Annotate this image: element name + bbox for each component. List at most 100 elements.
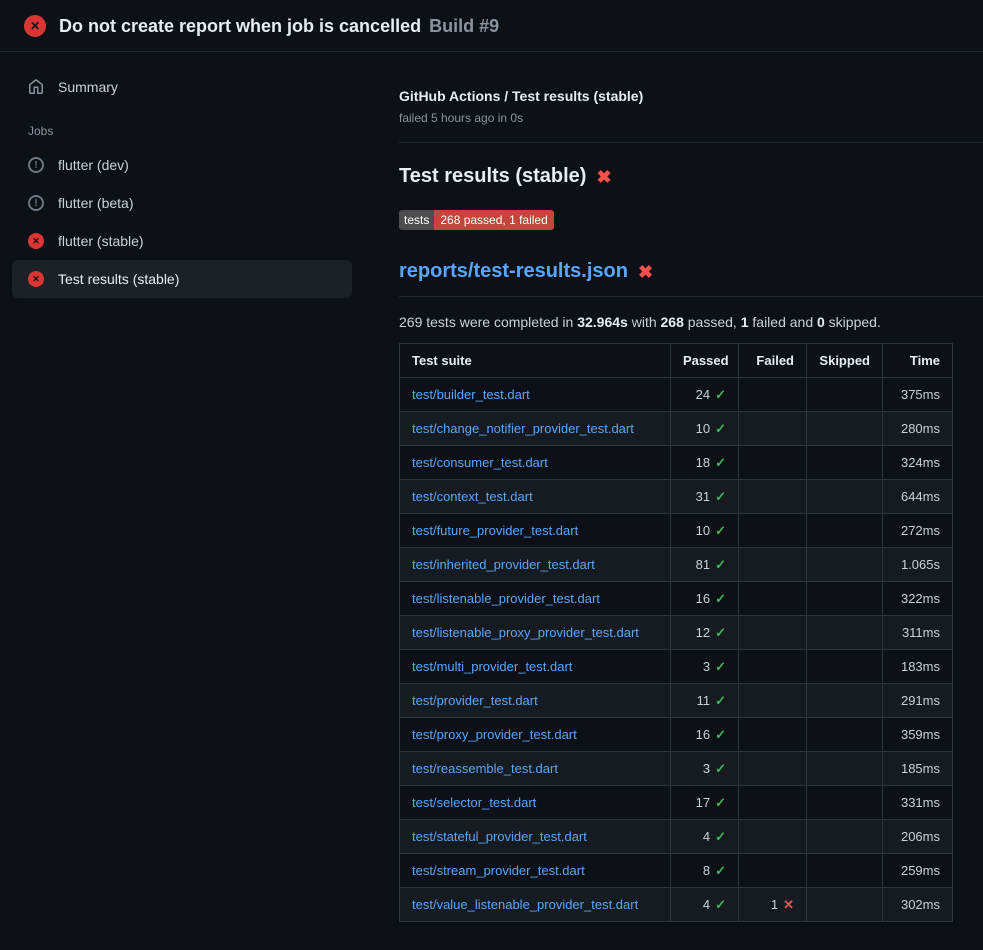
time-cell: 291ms [883, 684, 953, 718]
table-row: test/multi_provider_test.dart3✓183ms [400, 650, 953, 684]
count-value: 16 [696, 727, 710, 742]
failed-status-icon: ✕ [24, 15, 46, 37]
time-cell: 302ms [883, 888, 953, 922]
failed-x-icon: ✖ [596, 168, 611, 186]
count-cell [807, 548, 883, 582]
passed-check-icon: ✓ [715, 693, 726, 708]
time-cell: 185ms [883, 752, 953, 786]
test-suite-link[interactable]: test/proxy_provider_test.dart [412, 727, 577, 742]
count-value: 17 [696, 795, 710, 810]
passed-check-icon: ✓ [715, 897, 726, 912]
table-row: test/listenable_provider_test.dart16✓322… [400, 582, 953, 616]
test-suite-link[interactable]: test/listenable_provider_test.dart [412, 591, 600, 606]
count-cell [739, 684, 807, 718]
column-header-passed: Passed [671, 344, 739, 378]
test-suite-link[interactable]: test/consumer_test.dart [412, 455, 548, 470]
count-cell [807, 582, 883, 616]
suite-cell: test/builder_test.dart [400, 378, 671, 412]
job-label: flutter (stable) [58, 233, 144, 249]
test-suite-link[interactable]: test/reassemble_test.dart [412, 761, 558, 776]
table-row: test/stream_provider_test.dart8✓259ms [400, 854, 953, 888]
count-value: 31 [696, 489, 710, 504]
count-cell: 16✓ [671, 582, 739, 616]
test-suite-link[interactable]: test/stateful_provider_test.dart [412, 829, 587, 844]
passed-check-icon: ✓ [715, 421, 726, 436]
sidebar-item-job[interactable]: ✕flutter (stable) [12, 222, 352, 260]
count-value: 8 [703, 863, 710, 878]
neutral-status-icon: ! [28, 157, 44, 173]
count-cell [739, 616, 807, 650]
count-cell [807, 718, 883, 752]
time-cell: 331ms [883, 786, 953, 820]
count-value: 16 [696, 591, 710, 606]
count-cell [807, 378, 883, 412]
test-suite-link[interactable]: test/provider_test.dart [412, 693, 538, 708]
count-cell: 11 ✓ [671, 684, 739, 718]
count-cell: 3✓ [671, 752, 739, 786]
count-cell: 81✓ [671, 548, 739, 582]
sidebar: Summary Jobs !flutter (dev)!flutter (bet… [0, 52, 390, 298]
test-suite-link[interactable]: test/change_notifier_provider_test.dart [412, 421, 634, 436]
test-suite-link[interactable]: test/inherited_provider_test.dart [412, 557, 595, 572]
count-value: 11 [697, 693, 711, 708]
time-cell: 359ms [883, 718, 953, 752]
section-title: Test results (stable) ✖ [399, 165, 983, 188]
time-cell: 259ms [883, 854, 953, 888]
sidebar-item-job[interactable]: ✕Test results (stable) [12, 260, 352, 298]
time-cell: 272ms [883, 514, 953, 548]
count-cell [739, 480, 807, 514]
count-cell: 31✓ [671, 480, 739, 514]
column-header-skipped: Skipped [807, 344, 883, 378]
table-row: test/consumer_test.dart18✓324ms [400, 446, 953, 480]
table-row: test/provider_test.dart 11 ✓ 291ms [400, 684, 953, 718]
jobs-section-label: Jobs [12, 106, 376, 146]
count-cell [807, 854, 883, 888]
count-cell: 18✓ [671, 446, 739, 480]
build-number: Build #9 [429, 16, 499, 37]
report-heading: reports/test-results.json ✖ [399, 260, 983, 297]
neutral-status-icon: ! [28, 195, 44, 211]
count-cell [807, 786, 883, 820]
sidebar-item-job[interactable]: !flutter (dev) [12, 146, 352, 184]
results-table: Test suite Passed Failed Skipped Time te… [399, 343, 953, 922]
suite-cell: test/context_test.dart [400, 480, 671, 514]
badge-value: 268 passed, 1 failed [434, 210, 553, 230]
breadcrumb: GitHub Actions / Test results (stable) [399, 88, 983, 104]
count-cell [739, 582, 807, 616]
count-cell [807, 650, 883, 684]
count-cell: 3✓ [671, 650, 739, 684]
test-suite-link[interactable]: test/multi_provider_test.dart [412, 659, 572, 674]
summary-text: with [628, 314, 661, 330]
count-value: 12 [696, 625, 710, 640]
suite-cell: test/proxy_provider_test.dart [400, 718, 671, 752]
sidebar-item-job[interactable]: !flutter (beta) [12, 184, 352, 222]
test-suite-link[interactable]: test/future_provider_test.dart [412, 523, 578, 538]
summary-text: failed and [749, 314, 818, 330]
test-suite-link[interactable]: test/builder_test.dart [412, 387, 530, 402]
failed-x-icon: ✕ [783, 897, 794, 912]
test-suite-link[interactable]: test/value_listenable_provider_test.dart [412, 897, 638, 912]
count-cell [807, 684, 883, 718]
build-title: Do not create report when job is cancell… [59, 16, 421, 37]
report-file-link[interactable]: reports/test-results.json [399, 260, 628, 283]
passed-check-icon: ✓ [715, 523, 726, 538]
count-cell [739, 446, 807, 480]
test-suite-link[interactable]: test/selector_test.dart [412, 795, 536, 810]
summary-text: skipped. [825, 314, 881, 330]
count-cell: 17✓ [671, 786, 739, 820]
home-icon [28, 79, 44, 95]
suite-cell: test/provider_test.dart [400, 684, 671, 718]
passed-check-icon: ✓ [715, 659, 726, 674]
failed-x-icon: ✖ [638, 263, 653, 281]
suite-cell: test/reassemble_test.dart [400, 752, 671, 786]
test-suite-link[interactable]: test/stream_provider_test.dart [412, 863, 585, 878]
count-value: 10 [696, 421, 710, 436]
tests-badge: tests 268 passed, 1 failed [399, 210, 554, 230]
suite-cell: test/stream_provider_test.dart [400, 854, 671, 888]
table-row: test/proxy_provider_test.dart16✓359ms [400, 718, 953, 752]
sidebar-item-summary[interactable]: Summary [12, 68, 352, 106]
test-suite-link[interactable]: test/listenable_proxy_provider_test.dart [412, 625, 639, 640]
count-value: 18 [696, 455, 710, 470]
passed-check-icon: ✓ [715, 557, 726, 572]
test-suite-link[interactable]: test/context_test.dart [412, 489, 533, 504]
